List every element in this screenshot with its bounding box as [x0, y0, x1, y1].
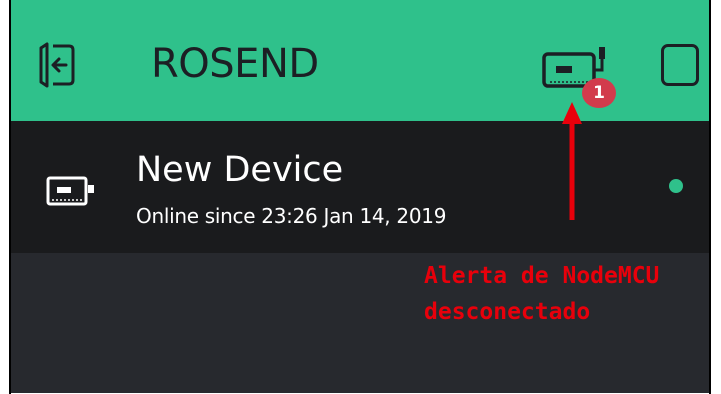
back-icon	[39, 42, 75, 88]
online-status-dot	[669, 179, 683, 193]
frame-border-left	[9, 0, 11, 394]
app-screen: ROSEND 1 New Device Online since 23:26 J…	[9, 0, 711, 393]
annotation-text: Alerta de NodeMCU desconectado	[424, 258, 659, 330]
device-status: Online since 23:26 Jan 14, 2019	[136, 204, 447, 228]
back-button[interactable]	[33, 40, 77, 90]
device-board-icon	[46, 176, 94, 206]
page-title: ROSEND	[151, 41, 319, 87]
square-outline-icon[interactable]	[661, 44, 699, 86]
device-name: New Device	[136, 150, 344, 190]
notification-badge: 1	[582, 78, 616, 108]
device-list-item[interactable]: New Device Online since 23:26 Jan 14, 20…	[9, 121, 711, 253]
arrow-up-icon	[562, 102, 582, 220]
frame-border-right	[709, 0, 711, 394]
annotation-line-2: desconectado	[424, 299, 591, 325]
app-header: ROSEND 1	[9, 0, 711, 121]
annotation-line-1: Alerta de NodeMCU	[424, 263, 660, 289]
